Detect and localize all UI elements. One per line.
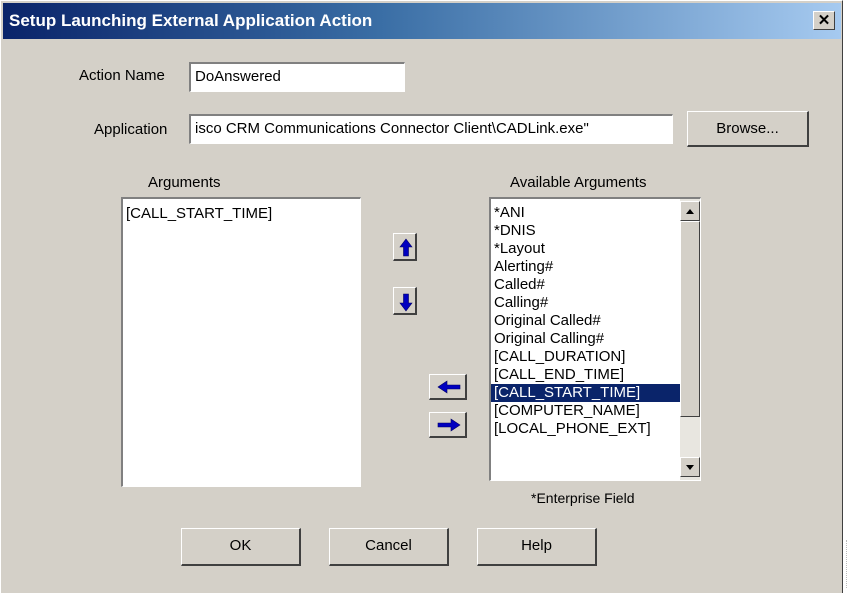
title-bar[interactable]: Setup Launching External Application Act… <box>3 3 841 39</box>
scroll-up-button[interactable] <box>680 201 700 221</box>
action-name-label: Action Name <box>79 67 165 84</box>
application-label: Application <box>94 121 168 138</box>
list-item[interactable]: [CALL_START_TIME] <box>123 205 360 223</box>
arguments-list-items: [CALL_START_TIME] <box>123 199 360 223</box>
cancel-button[interactable]: Cancel <box>329 528 449 566</box>
close-icon: ✕ <box>817 12 831 29</box>
action-name-input[interactable]: DoAnswered <box>189 62 405 92</box>
close-button[interactable]: ✕ <box>813 11 835 30</box>
available-arguments-list-items: *ANI *DNIS *Layout Alerting# Called# Calling#… <box>491 199 681 438</box>
list-item[interactable]: *DNIS <box>491 222 681 240</box>
edge-mark <box>846 540 848 588</box>
scrollbar-thumb[interactable] <box>680 221 700 417</box>
list-item[interactable]: *ANI <box>491 204 681 222</box>
remove-argument-button[interactable] <box>429 374 467 400</box>
dialog: Setup Launching External Application Act… <box>0 0 843 593</box>
ok-label: OK <box>229 537 252 554</box>
available-arguments-list[interactable]: *ANI *DNIS *Layout Alerting# Called# Calling#… <box>489 197 701 481</box>
triangle-down-icon <box>686 465 694 470</box>
browse-button[interactable]: Browse... <box>687 111 809 147</box>
available-arguments-scrollbar[interactable] <box>680 199 700 480</box>
help-label: Help <box>521 537 552 554</box>
list-item[interactable]: Original Calling# <box>491 330 681 348</box>
ok-button[interactable]: OK <box>181 528 301 566</box>
enterprise-field-note: *Enterprise Field <box>531 490 635 506</box>
add-argument-button[interactable] <box>429 412 467 438</box>
arrow-down-icon <box>399 293 413 312</box>
move-up-button[interactable] <box>393 233 417 261</box>
arguments-label: Arguments <box>148 174 221 191</box>
list-item[interactable]: [LOCAL_PHONE_EXT] <box>491 420 681 438</box>
window-title: Setup Launching External Application Act… <box>9 11 373 30</box>
list-item[interactable]: Alerting# <box>491 258 681 276</box>
list-item[interactable]: Called# <box>491 276 681 294</box>
arrow-right-icon <box>437 418 461 432</box>
list-item[interactable]: [CALL_START_TIME] <box>491 384 681 402</box>
list-item[interactable]: [CALL_END_TIME] <box>491 366 681 384</box>
move-down-button[interactable] <box>393 287 417 315</box>
available-arguments-label: Available Arguments <box>510 174 647 191</box>
arguments-list[interactable]: [CALL_START_TIME] <box>121 197 361 487</box>
list-item[interactable]: [CALL_DURATION] <box>491 348 681 366</box>
arrow-left-icon <box>437 380 461 394</box>
cancel-label: Cancel <box>365 537 412 554</box>
list-item[interactable]: Calling# <box>491 294 681 312</box>
list-item[interactable]: [COMPUTER_NAME] <box>491 402 681 420</box>
scroll-down-button[interactable] <box>680 457 700 477</box>
list-item[interactable]: *Layout <box>491 240 681 258</box>
list-item[interactable]: Original Called# <box>491 312 681 330</box>
triangle-up-icon <box>686 209 694 214</box>
application-input[interactable]: isco CRM Communications Connector Client… <box>189 114 673 144</box>
help-button[interactable]: Help <box>477 528 597 566</box>
arrow-up-icon <box>399 238 413 257</box>
